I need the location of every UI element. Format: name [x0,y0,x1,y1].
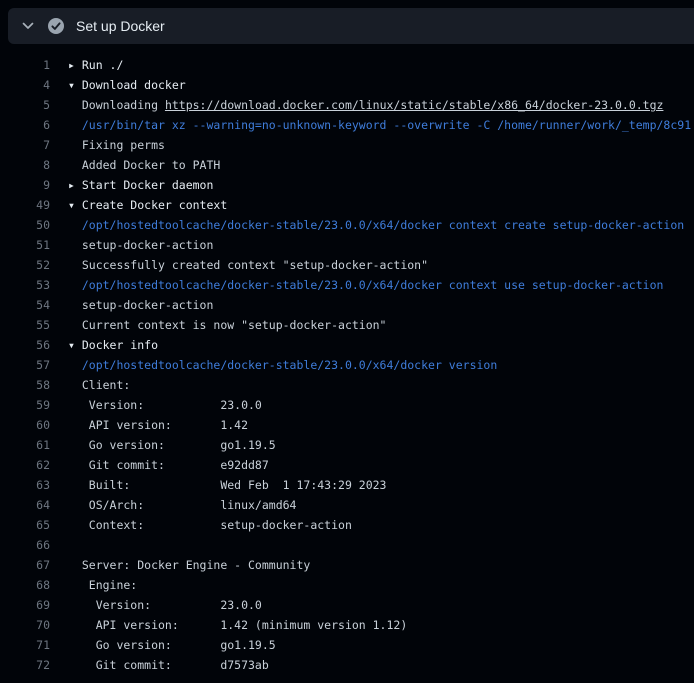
step-title: Set up Docker [76,18,165,34]
line-number[interactable]: 65 [0,515,50,535]
line-number[interactable]: 53 [0,275,50,295]
line-content: Git commit: e92dd87 [50,455,269,475]
line-content: /opt/hostedtoolcache/docker-stable/23.0.… [50,355,497,375]
log-line: 68 Engine: [0,575,694,595]
line-number[interactable]: 52 [0,255,50,275]
log-line: 6 /usr/bin/tar xz --warning=no-unknown-k… [0,115,694,135]
line-number[interactable]: 67 [0,555,50,575]
log-line: 62 Git commit: e92dd87 [0,455,694,475]
log-line: 60 API version: 1.42 [0,415,694,435]
line-content: Client: [50,375,130,395]
log-line: 56 ▾ Docker info [0,335,694,355]
log-group-title[interactable]: ▸ Start Docker daemon [50,175,213,195]
line-number[interactable]: 50 [0,215,50,235]
line-number[interactable]: 62 [0,455,50,475]
log-line: 69 Version: 23.0.0 [0,595,694,615]
line-number[interactable]: 66 [0,535,50,555]
line-content: setup-docker-action [50,235,213,255]
log-line: 50 /opt/hostedtoolcache/docker-stable/23… [0,215,694,235]
line-number[interactable]: 59 [0,395,50,415]
line-number[interactable]: 70 [0,615,50,635]
line-content: Version: 23.0.0 [50,395,262,415]
log-line: 1 ▸ Run ./ [0,55,694,75]
log-line: 49 ▾ Create Docker context [0,195,694,215]
line-content: Current context is now "setup-docker-act… [50,315,387,335]
line-number[interactable]: 7 [0,135,50,155]
line-number[interactable]: 5 [0,95,50,115]
log-url-link[interactable]: https://download.docker.com/linux/static… [165,98,664,112]
line-content: Built: Wed Feb 1 17:43:29 2023 [50,475,387,495]
line-content [50,535,82,555]
log-line: 5 Downloading https://download.docker.co… [0,95,694,115]
log-group-title[interactable]: ▾ Create Docker context [50,195,227,215]
line-number[interactable]: 6 [0,115,50,135]
log-line: 59 Version: 23.0.0 [0,395,694,415]
log-line: 52 Successfully created context "setup-d… [0,255,694,275]
line-content: Version: 23.0.0 [50,595,262,615]
log-line: 64 OS/Arch: linux/amd64 [0,495,694,515]
line-content: Downloading https://download.docker.com/… [50,95,663,115]
line-number[interactable]: 1 [0,55,50,75]
log-group-title[interactable]: ▾ Download docker [50,75,186,95]
line-number[interactable]: 63 [0,475,50,495]
log-line: 72 Git commit: d7573ab [0,655,694,675]
log-line: 53 /opt/hostedtoolcache/docker-stable/23… [0,275,694,295]
line-number[interactable]: 56 [0,335,50,355]
line-number[interactable]: 9 [0,175,50,195]
log-line: 8 Added Docker to PATH [0,155,694,175]
line-number[interactable]: 4 [0,75,50,95]
line-content: Engine: [50,575,137,595]
log-line: 58 Client: [0,375,694,395]
log-line: 4 ▾ Download docker [0,75,694,95]
line-number[interactable]: 58 [0,375,50,395]
log-line: 9 ▸ Start Docker daemon [0,175,694,195]
log-line: 61 Go version: go1.19.5 [0,435,694,455]
log-line: 71 Go version: go1.19.5 [0,635,694,655]
line-content: OS/Arch: linux/amd64 [50,495,296,515]
log-line: 63 Built: Wed Feb 1 17:43:29 2023 [0,475,694,495]
line-content: Fixing perms [50,135,165,155]
line-number[interactable]: 72 [0,655,50,675]
line-number[interactable]: 49 [0,195,50,215]
log-group-title[interactable]: ▾ Docker info [50,335,158,355]
line-number[interactable]: 68 [0,575,50,595]
line-content: /usr/bin/tar xz --warning=no-unknown-key… [50,115,691,135]
check-circle-icon [48,18,64,34]
line-number[interactable]: 60 [0,415,50,435]
line-content: setup-docker-action [50,295,213,315]
line-number[interactable]: 64 [0,495,50,515]
line-content: Git commit: d7573ab [50,655,269,675]
log-line: 51 setup-docker-action [0,235,694,255]
line-number[interactable]: 61 [0,435,50,455]
line-number[interactable]: 55 [0,315,50,335]
line-number[interactable]: 51 [0,235,50,255]
step-header-setup-docker[interactable]: Set up Docker [8,8,694,44]
line-content: API version: 1.42 [50,415,248,435]
log-lines: 1 ▸ Run ./ 4 ▾ Download docker 5 Downloa… [0,44,694,683]
line-content: Go version: go1.19.5 [50,635,276,655]
log-line: 66 [0,535,694,555]
log-line: 70 API version: 1.42 (minimum version 1.… [0,615,694,635]
line-content: API version: 1.42 (minimum version 1.12) [50,615,407,635]
log-line: 7 Fixing perms [0,135,694,155]
line-content: Go version: go1.19.5 [50,435,276,455]
line-content: Server: Docker Engine - Community [50,555,310,575]
line-number[interactable]: 71 [0,635,50,655]
line-number[interactable]: 69 [0,595,50,615]
line-content: Context: setup-docker-action [50,515,352,535]
log-line: 67 Server: Docker Engine - Community [0,555,694,575]
line-content: /opt/hostedtoolcache/docker-stable/23.0.… [50,275,663,295]
log-line: 57 /opt/hostedtoolcache/docker-stable/23… [0,355,694,375]
line-content: Added Docker to PATH [50,155,220,175]
line-content: /opt/hostedtoolcache/docker-stable/23.0.… [50,215,684,235]
log-line: 65 Context: setup-docker-action [0,515,694,535]
log-group-title[interactable]: ▸ Run ./ [50,55,123,75]
chevron-down-icon[interactable] [16,18,40,34]
line-content: Successfully created context "setup-dock… [50,255,428,275]
log-line: 54 setup-docker-action [0,295,694,315]
line-number[interactable]: 8 [0,155,50,175]
line-number[interactable]: 57 [0,355,50,375]
log-line: 55 Current context is now "setup-docker-… [0,315,694,335]
line-number[interactable]: 54 [0,295,50,315]
